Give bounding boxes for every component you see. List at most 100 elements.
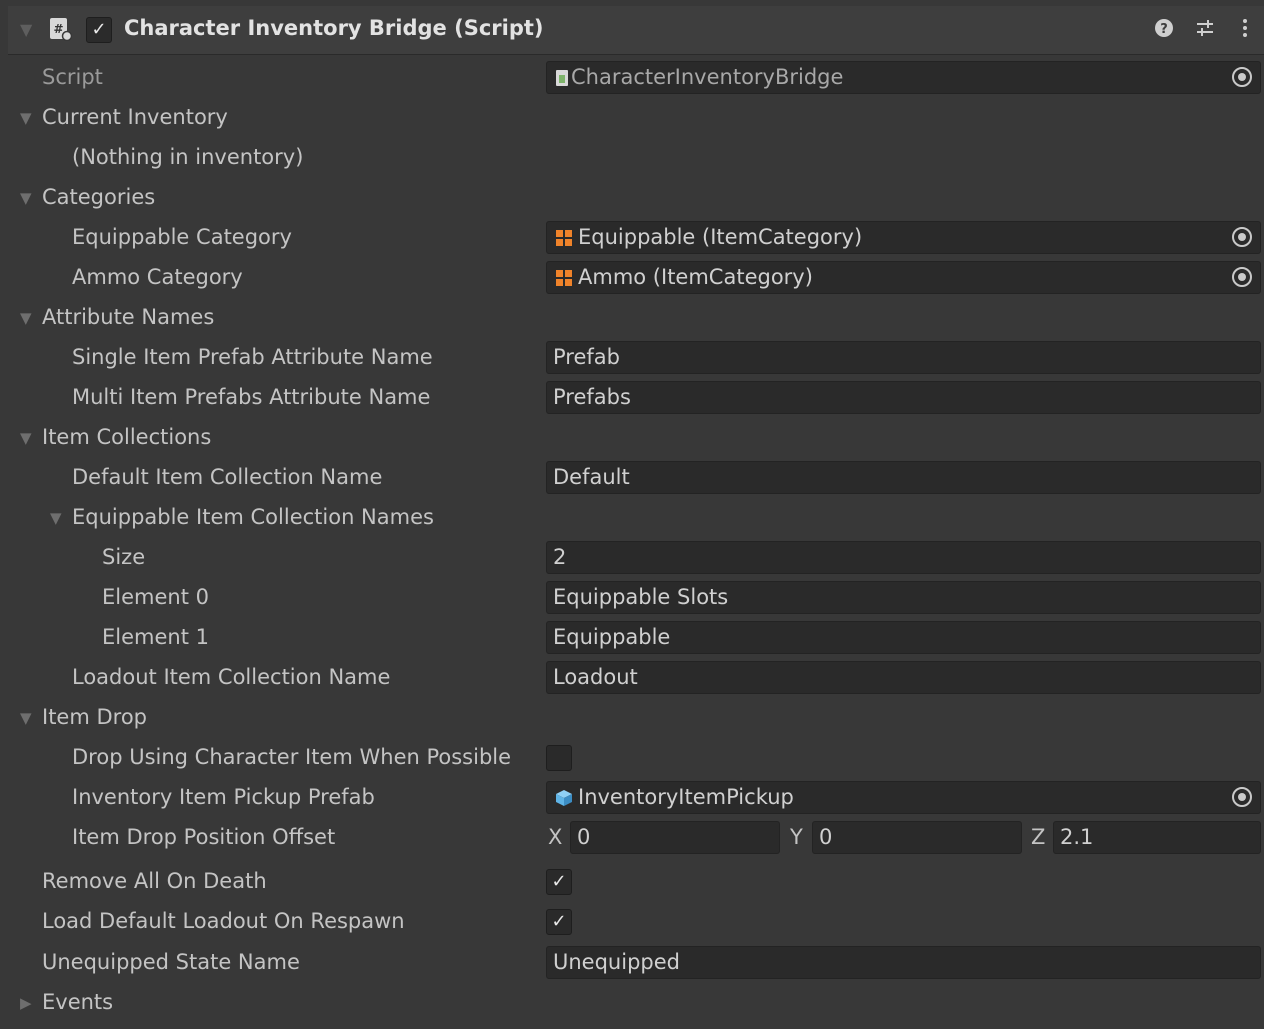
events-label: Events [42,990,114,1014]
object-picker-icon[interactable] [1232,227,1252,247]
element-0-label: Element 0 [102,585,209,609]
help-icon[interactable]: ? [1152,17,1176,41]
item-drop-foldout[interactable]: ▼ Item Drop [8,698,1264,738]
categories-label: Categories [42,185,156,209]
element-1-input[interactable]: Equippable [546,621,1261,654]
element-0-input[interactable]: Equippable Slots [546,581,1261,614]
drop-position-offset-label: Item Drop Position Offset [72,825,336,849]
single-prefab-attribute-input[interactable]: Prefab [546,341,1261,374]
object-picker-icon[interactable] [1232,267,1252,287]
script-field[interactable]: CharacterInventoryBridge [546,61,1261,94]
object-picker-icon[interactable] [1232,67,1252,87]
foldout-collapsed-arrow-icon[interactable]: ▶ [20,994,32,1012]
attribute-names-label: Attribute Names [42,305,215,329]
array-size-row: Size 2 [8,538,1264,578]
field-value: 2 [553,545,567,569]
unequipped-state-row: Unequipped State Name Unequipped [8,943,1264,983]
csharp-script-icon: # [50,18,72,41]
load-default-loadout-checkbox[interactable]: ✓ [546,909,572,935]
field-value: Default [553,465,630,489]
load-default-loadout-label: Load Default Loadout On Respawn [42,909,405,933]
default-collection-label: Default Item Collection Name [72,465,383,489]
field-value: 0 [819,825,833,849]
drop-using-character-item-row: Drop Using Character Item When Possible [8,738,1264,778]
single-prefab-attribute-row: Single Item Prefab Attribute Name Prefab [8,338,1264,378]
empty-inventory-row: (Nothing in inventory) [8,138,1264,178]
script-label: Script [42,65,103,89]
field-value: Equippable [553,625,671,649]
foldout-arrow-icon[interactable]: ▼ [20,189,32,207]
script-file-icon [556,70,568,86]
multi-prefab-attribute-input[interactable]: Prefabs [546,381,1261,414]
offset-y-input[interactable]: 0 [812,821,1022,854]
pickup-prefab-row: Inventory Item Pickup Prefab InventoryIt… [8,778,1264,818]
current-inventory-label: Current Inventory [42,105,228,129]
drop-using-character-item-checkbox[interactable] [546,745,572,771]
array-size-input[interactable]: 2 [546,541,1261,574]
default-collection-row: Default Item Collection Name Default [8,458,1264,498]
prefab-cube-icon [556,790,572,806]
field-value: Equippable Slots [553,585,729,609]
foldout-arrow-icon[interactable]: ▼ [20,429,32,447]
foldout-arrow-icon[interactable]: ▼ [20,109,32,127]
events-foldout[interactable]: ▶ Events [8,983,1264,1023]
pickup-prefab-value: InventoryItemPickup [578,785,794,809]
presets-icon[interactable] [1193,17,1217,41]
y-label: Y [790,825,803,849]
remove-all-on-death-label: Remove All On Death [42,869,267,893]
loadout-collection-input[interactable]: Loadout [546,661,1261,694]
pickup-prefab-field[interactable]: InventoryItemPickup [546,781,1261,814]
field-value: 2.1 [1060,825,1094,849]
field-value: Prefab [553,345,620,369]
element-1-label: Element 1 [102,625,209,649]
ammo-category-field[interactable]: Ammo (ItemCategory) [546,261,1261,294]
equippable-category-label: Equippable Category [72,225,292,249]
equippable-category-value: Equippable (ItemCategory) [578,225,863,249]
foldout-arrow-icon[interactable]: ▼ [20,309,32,327]
equippable-collection-names-label: Equippable Item Collection Names [72,505,434,529]
remove-all-on-death-checkbox[interactable]: ✓ [546,869,572,895]
item-drop-label: Item Drop [42,705,147,729]
field-value: Unequipped [553,950,680,974]
object-picker-icon[interactable] [1232,787,1252,807]
item-collections-foldout[interactable]: ▼ Item Collections [8,418,1264,458]
ammo-category-row: Ammo Category Ammo (ItemCategory) [8,258,1264,298]
loadout-collection-label: Loadout Item Collection Name [72,665,391,689]
item-category-icon [556,270,572,286]
attribute-names-foldout[interactable]: ▼ Attribute Names [8,298,1264,338]
component-title: Character Inventory Bridge (Script) [124,16,544,40]
component-enabled-checkbox[interactable]: ✓ [86,17,112,43]
loadout-collection-row: Loadout Item Collection Name Loadout [8,658,1264,698]
svg-text:#: # [53,22,63,36]
item-category-icon [556,230,572,246]
pickup-prefab-label: Inventory Item Pickup Prefab [72,785,375,809]
equippable-category-row: Equippable Category Equippable (ItemCate… [8,218,1264,258]
equippable-collection-names-foldout[interactable]: ▼ Equippable Item Collection Names [8,498,1264,538]
inspector-panel: ▼ # ✓ Character Inventory Bridge (Script… [8,6,1264,1029]
svg-text:?: ? [1160,22,1168,37]
foldout-arrow-icon[interactable]: ▼ [20,709,32,727]
drop-position-offset-row: Item Drop Position Offset X 0 Y 0 Z 2.1 [8,818,1264,858]
fold-arrow-icon[interactable]: ▼ [20,20,32,39]
script-value: CharacterInventoryBridge [571,65,844,89]
offset-z-input[interactable]: 2.1 [1053,821,1261,854]
unequipped-state-label: Unequipped State Name [42,950,300,974]
more-options-icon[interactable] [1233,17,1257,41]
ammo-category-value: Ammo (ItemCategory) [578,265,813,289]
unequipped-state-input[interactable]: Unequipped [546,946,1261,979]
single-prefab-attribute-label: Single Item Prefab Attribute Name [72,345,433,369]
empty-inventory-text: (Nothing in inventory) [72,145,304,169]
z-label: Z [1031,825,1046,849]
drop-using-character-item-label: Drop Using Character Item When Possible [72,745,512,769]
field-value: 0 [577,825,591,849]
element-1-row: Element 1 Equippable [8,618,1264,658]
default-collection-input[interactable]: Default [546,461,1261,494]
component-header[interactable]: ▼ # ✓ Character Inventory Bridge (Script… [8,6,1264,55]
current-inventory-foldout[interactable]: ▼ Current Inventory [8,98,1264,138]
equippable-category-field[interactable]: Equippable (ItemCategory) [546,221,1261,254]
categories-foldout[interactable]: ▼ Categories [8,178,1264,218]
x-label: X [548,825,563,849]
offset-x-input[interactable]: 0 [570,821,780,854]
foldout-arrow-icon[interactable]: ▼ [50,509,62,527]
multi-prefab-attribute-label: Multi Item Prefabs Attribute Name [72,385,431,409]
